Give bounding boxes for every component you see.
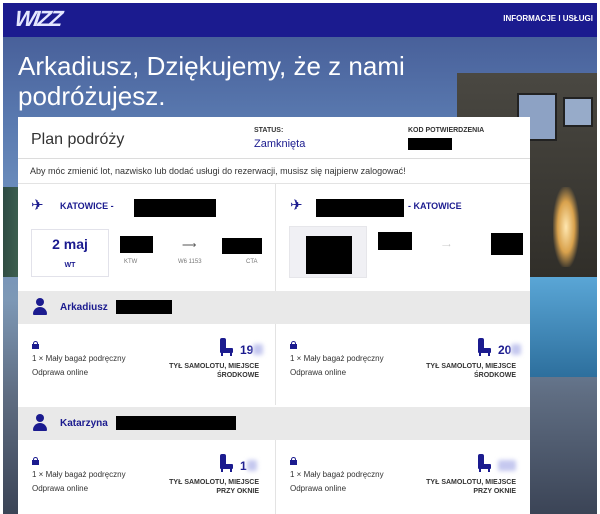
seat-number: 1: [240, 459, 247, 473]
checkin-info: Odprawa online: [32, 368, 89, 377]
seat-description: PRZY OKNIE: [216, 488, 259, 495]
outbound-date: 2 maj: [52, 236, 88, 252]
return-arrival-redacted: [491, 233, 523, 255]
outbound-weekday: WT: [64, 262, 76, 269]
status-value: Zamknięta: [254, 138, 306, 150]
passenger-services-row: 1 × Mały bagaż podręczny Odprawa online …: [18, 440, 530, 514]
seat-description: TYŁ SAMOLOTU, MIEJSCE: [426, 363, 516, 370]
origin-redacted: [316, 199, 404, 217]
seat-description: ŚRODKOWE: [217, 372, 259, 379]
passenger-return-services[interactable]: 1 × Mały bagaż podręczny Odprawa online …: [275, 324, 530, 405]
flight-legs: ✈ KATOWICE - 2 maj WT ⟶ KTW W6 1153 CTA …: [18, 183, 530, 292]
seat-description: PRZY OKNIE: [473, 488, 516, 495]
arrow-right-icon: ⟶: [182, 240, 197, 251]
confirmation-code-label: KOD POTWIERDZENIA: [408, 127, 485, 134]
passenger-name: Katarzyna: [60, 418, 108, 429]
bag-info: 1 × Mały bagaż podręczny: [290, 354, 384, 363]
trip-plan-header: Plan podróży STATUS: Zamknięta KOD POTWI…: [18, 117, 530, 159]
seat-letter-blurred: [253, 344, 263, 355]
airplane-icon: ✈: [290, 197, 303, 214]
status-label: STATUS:: [254, 127, 284, 134]
top-bar: WIZZ INFORMACJE I USŁUGI: [3, 3, 597, 37]
departure-time-redacted: [120, 236, 153, 253]
destination-redacted: [134, 199, 216, 217]
outbound-leg[interactable]: ✈ KATOWICE - 2 maj WT ⟶ KTW W6 1153 CTA: [18, 184, 273, 292]
person-icon: [32, 298, 48, 316]
hero-lamp: [553, 187, 579, 267]
passenger-name: Arkadiusz: [60, 302, 108, 313]
passenger-outbound-services[interactable]: 1 × Mały bagaż podręczny Odprawa online …: [18, 440, 273, 514]
outbound-city: KATOWICE -: [60, 201, 114, 211]
passenger-surname-redacted: [116, 300, 172, 314]
bag-info: 1 × Mały bagaż podręczny: [32, 470, 126, 479]
seat-icon: [476, 454, 492, 472]
info-services-link[interactable]: INFORMACJE I USŁUGI: [503, 14, 593, 23]
seat-letter-blurred: [511, 344, 521, 355]
login-notice: Aby móc zmienić lot, nazwisko lub dodać …: [30, 166, 406, 176]
hero-window: [563, 97, 593, 127]
destination-code: CTA: [246, 259, 258, 265]
plan-title: Plan podróży: [31, 131, 125, 148]
airplane-icon: ✈: [31, 197, 44, 214]
passenger-header: Katarzyna: [18, 407, 530, 440]
passenger-outbound-services[interactable]: 1 × Mały bagaż podręczny Odprawa online …: [18, 324, 273, 405]
seat-letter-blurred: [247, 460, 257, 471]
bag-info: 1 × Mały bagaż podręczny: [290, 470, 384, 479]
seat-number-blurred: [498, 460, 516, 471]
origin-code: KTW: [124, 259, 138, 265]
outbound-date-box: 2 maj WT: [31, 229, 109, 277]
return-arrow-icon: ⟶: [442, 243, 451, 249]
person-icon: [32, 414, 48, 432]
lock-icon: [32, 341, 39, 349]
lock-icon: [290, 457, 297, 465]
seat-description: TYŁ SAMOLOTU, MIEJSCE: [169, 363, 259, 370]
lock-icon: [32, 457, 39, 465]
trip-plan-card: Plan podróży STATUS: Zamknięta KOD POTWI…: [18, 117, 530, 514]
seat-icon: [218, 338, 234, 356]
bag-info: 1 × Mały bagaż podręczny: [32, 354, 126, 363]
seat-icon: [476, 338, 492, 356]
seat-description: TYŁ SAMOLOTU, MIEJSCE: [169, 479, 259, 486]
checkin-info: Odprawa online: [290, 368, 347, 377]
return-date-redacted: [306, 236, 352, 274]
wizz-logo[interactable]: WIZZ: [13, 6, 62, 32]
seat-description: TYŁ SAMOLOTU, MIEJSCE: [426, 479, 516, 486]
passenger-header: Arkadiusz: [18, 291, 530, 324]
return-leg[interactable]: ✈ - KATOWICE ⟶: [275, 184, 530, 292]
passenger-surname-redacted: [116, 416, 236, 430]
flight-number: W6 1153: [178, 259, 202, 265]
seat-description: ŚRODKOWE: [474, 372, 516, 379]
checkin-info: Odprawa online: [32, 484, 89, 493]
return-city: - KATOWICE: [408, 201, 462, 211]
arrival-time-redacted: [222, 238, 262, 254]
checkin-info: Odprawa online: [290, 484, 347, 493]
lock-icon: [290, 341, 297, 349]
passenger-services-row: 1 × Mały bagaż podręczny Odprawa online …: [18, 324, 530, 405]
seat-number: 19: [240, 343, 254, 357]
passenger-return-services[interactable]: 1 × Mały bagaż podręczny Odprawa online …: [275, 440, 530, 514]
page-headline: Arkadiusz, Dziękujemy, że z nami podróżu…: [18, 51, 405, 111]
seat-number: 20: [498, 343, 512, 357]
confirmation-code-redacted: [408, 138, 452, 150]
return-departure-redacted: [378, 232, 412, 250]
seat-icon: [218, 454, 234, 472]
